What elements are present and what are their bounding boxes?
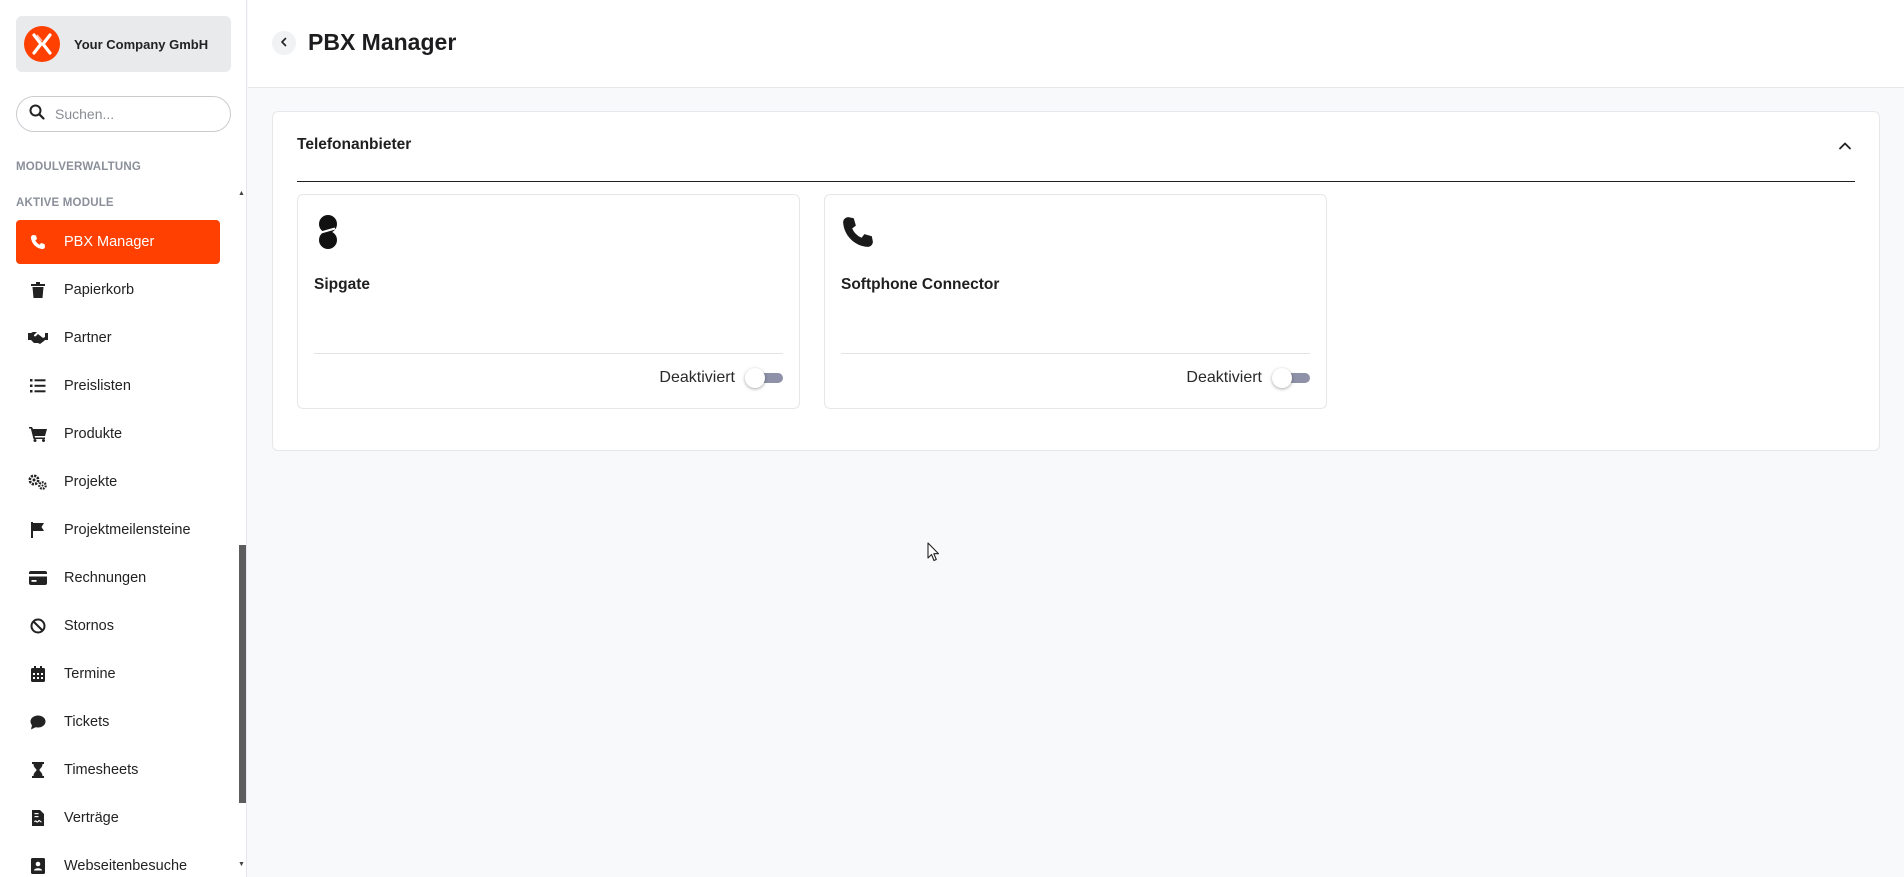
sidebar-item-label: Tickets	[64, 714, 110, 730]
card-status: Deaktiviert	[659, 368, 783, 388]
sidebar-item-label: Termine	[64, 666, 116, 682]
search-icon	[29, 104, 45, 125]
credit-card-icon	[28, 568, 48, 588]
sidebar-item-label: Projektmeilensteine	[64, 522, 191, 538]
sidebar-item-projektmeilensteine[interactable]: Projektmeilensteine	[16, 508, 220, 552]
ban-icon	[28, 616, 48, 636]
back-button[interactable]	[272, 31, 296, 55]
provider-panel: Telefonanbieter Sipgate Deaktiviert Soft…	[272, 111, 1880, 451]
sidebar-item-rechnungen[interactable]: Rechnungen	[16, 556, 220, 600]
sidebar-item-pbx-manager[interactable]: PBX Manager	[16, 220, 220, 264]
chevron-left-icon	[279, 34, 289, 52]
activation-toggle[interactable]	[1272, 368, 1310, 388]
sidebar-item-label: Webseitenbesuche	[64, 858, 188, 874]
search-box[interactable]	[16, 96, 231, 132]
sidebar-item-timesheets[interactable]: Timesheets	[16, 748, 220, 792]
calendar-icon	[28, 664, 48, 684]
sidebar-item-label: Preislisten	[64, 378, 131, 394]
list-icon	[28, 376, 48, 396]
sidebar-item-label: PBX Manager	[64, 234, 155, 250]
activation-toggle[interactable]	[745, 368, 783, 388]
chevron-up-icon[interactable]	[1835, 136, 1855, 156]
hourglass-icon	[28, 760, 48, 780]
toggle-knob	[1272, 368, 1292, 388]
search-input[interactable]	[55, 106, 205, 122]
phone-icon	[841, 215, 875, 249]
sidebar-item-tickets[interactable]: Tickets	[16, 700, 220, 744]
sidebar-item-label: Stornos	[64, 618, 114, 634]
company-name: Your Company GmbH	[74, 36, 209, 52]
sipgate-logo-icon	[314, 215, 348, 249]
card-status: Deaktiviert	[1186, 368, 1310, 388]
card-divider	[314, 353, 783, 354]
status-label: Deaktiviert	[659, 369, 735, 386]
provider-card-softphone-connector[interactable]: Softphone Connector Deaktiviert	[824, 194, 1327, 409]
company-logo-icon	[24, 26, 60, 62]
phone-icon	[28, 232, 48, 252]
panel-header[interactable]: Telefonanbieter	[297, 136, 1855, 182]
sidebar-item-partner[interactable]: Partner	[16, 316, 220, 360]
trash-icon	[28, 280, 48, 300]
sidebar-item-label: Papierkorb	[64, 282, 135, 298]
sidebar-item-label: Projekte	[64, 474, 118, 490]
card-name: Softphone Connector	[841, 276, 1000, 293]
sidebar-item-label: Timesheets	[64, 762, 139, 778]
sidebar-item-produkte[interactable]: Produkte	[16, 412, 220, 456]
mouse-pointer-icon	[927, 542, 941, 567]
sidebar-item-papierkorb[interactable]: Papierkorb	[16, 268, 220, 312]
address-card-icon	[28, 856, 48, 876]
sidebar-item-preislisten[interactable]: Preislisten	[16, 364, 220, 408]
comment-icon	[28, 712, 48, 732]
flag-icon	[28, 520, 48, 540]
panel-title: Telefonanbieter	[297, 136, 412, 153]
section-label-active-modules: AKTIVE MODULE	[16, 197, 114, 209]
sidebar-item-webseitenbesuche[interactable]: Webseitenbesuche	[16, 844, 220, 877]
sidebar-item-termine[interactable]: Termine	[16, 652, 220, 696]
scroll-up-arrow-icon[interactable]: ▲	[238, 190, 245, 197]
page-title: PBX Manager	[308, 29, 457, 55]
page-header: PBX Manager	[248, 0, 1904, 88]
status-label: Deaktiviert	[1186, 369, 1262, 386]
sidebar-item-label: Produkte	[64, 426, 123, 442]
provider-card-sipgate[interactable]: Sipgate Deaktiviert	[297, 194, 800, 409]
card-name: Sipgate	[314, 276, 370, 293]
sidebar-item-vertraege[interactable]: Verträge	[16, 796, 220, 840]
contract-icon	[28, 808, 48, 828]
card-divider	[841, 353, 1310, 354]
company-switcher[interactable]: Your Company GmbH	[16, 16, 231, 72]
handshake-icon	[28, 328, 48, 348]
scroll-down-arrow-icon[interactable]: ▼	[238, 861, 245, 868]
section-label-module-admin: MODULVERWALTUNG	[16, 161, 142, 173]
sidebar: Your Company GmbH MODULVERWALTUNG AKTIVE…	[0, 0, 247, 877]
sidebar-item-projekte[interactable]: Projekte	[16, 460, 220, 504]
gears-icon	[28, 472, 48, 492]
sidebar-item-label: Rechnungen	[64, 570, 147, 586]
cart-icon	[28, 424, 48, 444]
sidebar-nav: PBX Manager Papierkorb Partner Preislist…	[16, 220, 220, 877]
sidebar-item-label: Verträge	[64, 810, 119, 826]
toggle-knob	[745, 368, 765, 388]
sidebar-item-stornos[interactable]: Stornos	[16, 604, 220, 648]
sidebar-item-label: Partner	[64, 330, 112, 346]
sidebar-scrollbar[interactable]	[239, 545, 246, 803]
